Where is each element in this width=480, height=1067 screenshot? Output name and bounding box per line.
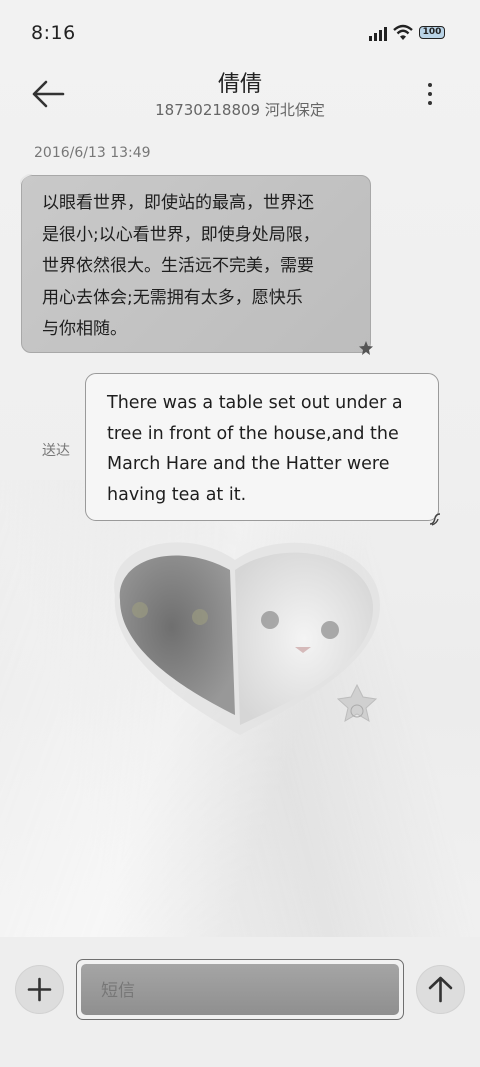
send-button[interactable] <box>416 965 465 1014</box>
more-vertical-icon[interactable] <box>418 78 442 110</box>
message-line: tree in front of the house,and the <box>107 423 399 444</box>
message-line: 用心去体会;无需拥有太多，愿快乐 <box>42 287 303 308</box>
contact-name: 倩倩 <box>217 72 262 97</box>
star-decoration-icon <box>359 341 373 355</box>
add-attachment-button[interactable] <box>15 965 64 1014</box>
delivered-status: 送达 <box>42 443 70 459</box>
message-timestamp: 2016/6/13 13:49 <box>34 145 151 161</box>
battery-icon: 100 <box>419 26 445 39</box>
contact-phone-location: 18730218809 河北保定 <box>155 101 325 119</box>
status-time: 8:16 <box>31 22 76 44</box>
message-line: having tea at it. <box>107 484 247 505</box>
cat-wallpaper-image <box>114 542 381 735</box>
plus-icon <box>27 977 52 1002</box>
bubble-tail-icon <box>429 513 441 526</box>
message-line: 是很小;以心看世界，即使身处局限， <box>42 224 320 245</box>
arrow-up-icon <box>428 976 453 1003</box>
signal-icon <box>369 27 387 41</box>
status-bar: 8:16 100 <box>0 0 480 66</box>
message-line: 世界依然很大。生活远不完美，需要 <box>42 256 314 276</box>
message-line: There was a table set out under a <box>107 393 403 413</box>
message-line: 以眼看世界，即使站的最高，世界还 <box>42 193 314 213</box>
incoming-message-bubble[interactable]: 以眼看世界，即使站的最高，世界还 是很小;以心看世界，即使身处局限， 世界依然很… <box>20 174 373 355</box>
bubble-decoration-icon <box>20 174 33 185</box>
wifi-icon <box>393 24 413 40</box>
sms-input-placeholder: 短信 <box>81 964 399 1015</box>
message-line: March Hare and the Hatter were <box>107 454 390 474</box>
sms-input[interactable]: 短信 <box>76 959 404 1020</box>
message-line: 与你相随。 <box>42 319 127 339</box>
outgoing-message-bubble[interactable]: There was a table set out under a tree i… <box>85 373 441 526</box>
